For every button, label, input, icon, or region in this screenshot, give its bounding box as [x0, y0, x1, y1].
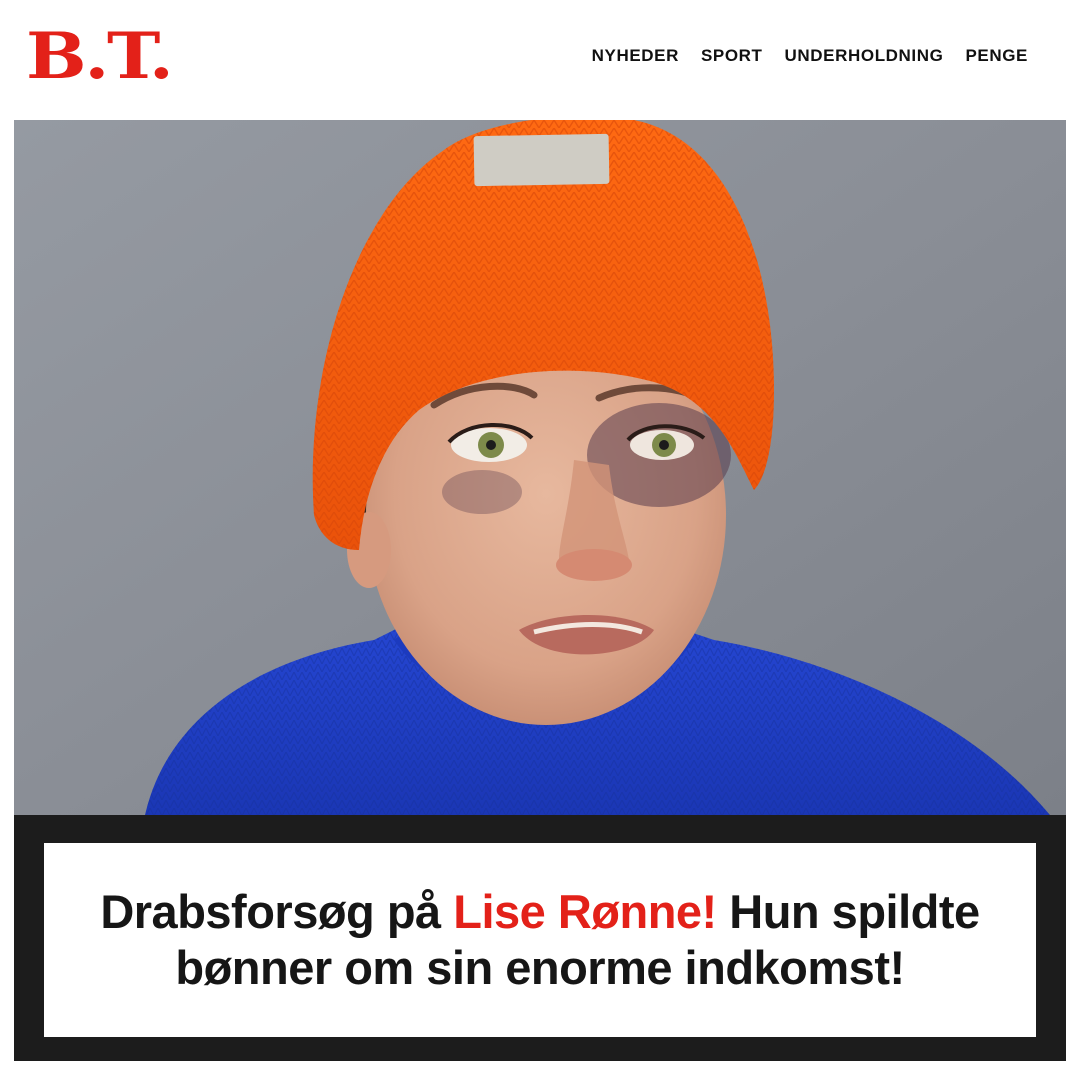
hero-image[interactable] [14, 120, 1066, 820]
article-headline[interactable]: Drabsforsøg på Lise Rønne! Hun spildte b… [64, 884, 1016, 996]
headline-part-1: Drabsforsøg på [100, 885, 454, 938]
headline-frame: Drabsforsøg på Lise Rønne! Hun spildte b… [14, 815, 1066, 1061]
logo-text: B.T. [26, 19, 174, 94]
headline-highlight: Lise Rønne! [453, 885, 717, 938]
nav-item-underholdning[interactable]: UNDERHOLDNING [785, 46, 944, 66]
portrait-photo [14, 120, 1066, 820]
nav-item-sport[interactable]: SPORT [701, 46, 763, 66]
bt-logo[interactable]: B.T. [26, 25, 174, 89]
nav-item-nyheder[interactable]: NYHEDER [592, 46, 679, 66]
nav-item-penge[interactable]: PENGE [965, 46, 1028, 66]
main-nav: NYHEDER SPORT UNDERHOLDNING PENGE [592, 46, 1028, 66]
site-header: B.T. NYHEDER SPORT UNDERHOLDNING PENGE [0, 0, 1080, 118]
headline-box[interactable]: Drabsforsøg på Lise Rønne! Hun spildte b… [44, 843, 1036, 1037]
